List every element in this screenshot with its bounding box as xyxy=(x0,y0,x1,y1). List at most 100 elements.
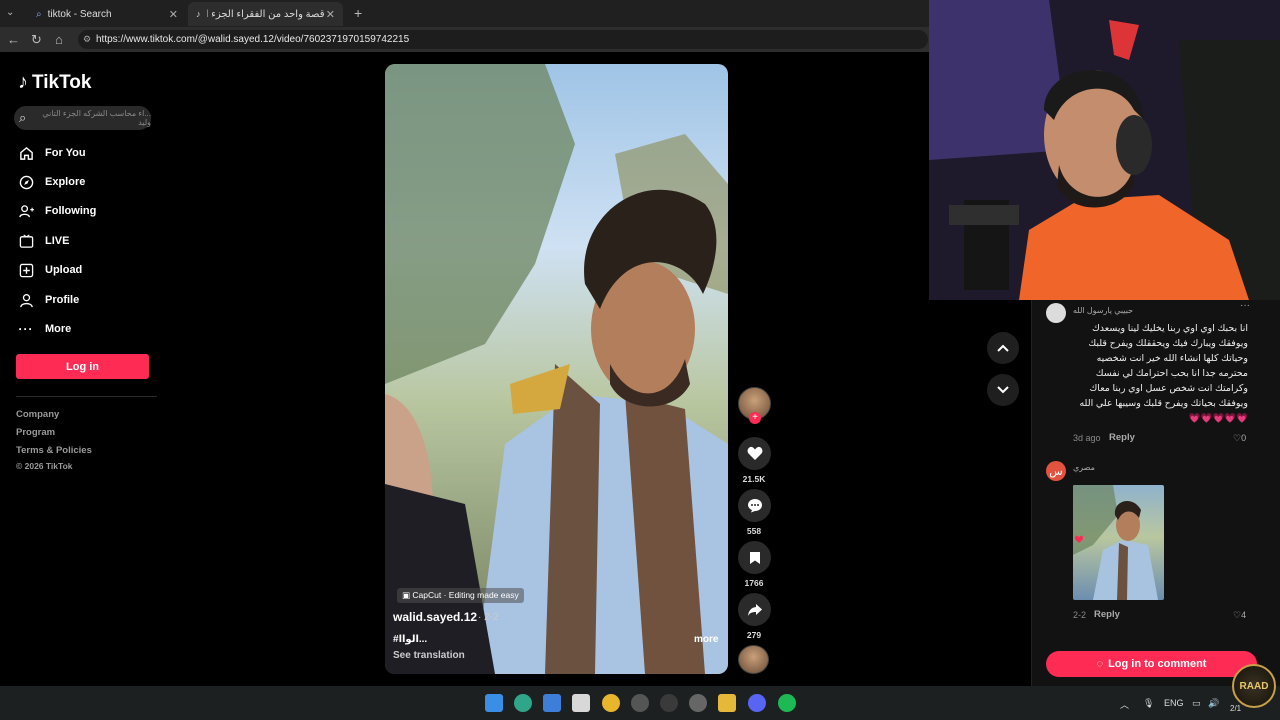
search-input[interactable]: ⌕ ...اء محاسب الشركه الجزء التاني وليد xyxy=(14,106,151,130)
site-info-icon: ⚙ xyxy=(83,34,92,44)
reload-icon[interactable]: ↻ xyxy=(31,32,42,48)
browser-tab-video[interactable]: ♪ قصة واحد من الفقراء الجزء التاني: رد ✕ xyxy=(188,2,343,26)
clock[interactable]: 2/1 xyxy=(1230,704,1241,713)
home-icon xyxy=(18,145,34,161)
logo-text: TikTok xyxy=(32,71,92,93)
chrome-icon[interactable] xyxy=(602,694,620,712)
wordpress-icon[interactable] xyxy=(689,694,707,712)
4k-app-icon[interactable] xyxy=(660,694,678,712)
comment-image[interactable] xyxy=(1073,485,1164,600)
chevron-up-icon xyxy=(997,344,1009,352)
share-icon xyxy=(747,603,762,616)
heart-outline-icon: ♡ xyxy=(1233,610,1242,620)
like-count: 21.5K xyxy=(742,474,766,484)
comment-like-button[interactable]: ♡0 xyxy=(1233,433,1246,444)
footer-link-company[interactable]: Company xyxy=(16,409,59,420)
save-button[interactable] xyxy=(738,541,771,574)
video-player[interactable] xyxy=(385,64,728,674)
comment-reply-button[interactable]: Reply xyxy=(1109,432,1135,443)
login-to-comment-button[interactable]: ◌ Log in to comment xyxy=(1046,651,1257,677)
comment-time: 3d ago xyxy=(1073,433,1101,443)
webcam-photo xyxy=(929,0,1280,300)
edge-icon[interactable] xyxy=(514,694,532,712)
comment-username[interactable]: حبيبي يارسول الله xyxy=(1073,306,1133,315)
streamer-webcam xyxy=(929,0,1280,300)
sidebar-divider xyxy=(16,396,157,397)
next-video-button[interactable] xyxy=(987,374,1019,406)
comment-like-count: 4 xyxy=(1241,610,1247,620)
store-icon[interactable] xyxy=(572,694,590,712)
nav-more[interactable]: ··· More xyxy=(18,319,72,339)
app-icon[interactable] xyxy=(631,694,649,712)
start-icon[interactable] xyxy=(485,694,503,712)
share-button[interactable] xyxy=(738,593,771,626)
nav-label: More xyxy=(45,323,72,335)
comment-button[interactable] xyxy=(738,489,771,522)
comment-like-count: 0 xyxy=(1241,433,1247,443)
new-tab-button[interactable]: + xyxy=(354,5,362,21)
close-tab-icon[interactable]: ✕ xyxy=(326,8,335,21)
comment-more-icon[interactable]: ··· xyxy=(1240,300,1250,311)
url-field[interactable]: ⚙ https://www.tiktok.com/@walid.sayed.12… xyxy=(78,30,928,49)
comment-reply-button[interactable]: Reply xyxy=(1094,609,1120,620)
upload-icon xyxy=(18,262,34,278)
login-to-comment-label: Log in to comment xyxy=(1108,658,1207,670)
save-count: 1766 xyxy=(744,578,764,588)
nav-live[interactable]: LIVE xyxy=(18,231,69,251)
like-button[interactable] xyxy=(738,437,771,470)
search-icon: ⌕ xyxy=(19,110,27,125)
footer-link-program[interactable]: Program xyxy=(16,427,55,438)
caption-more-button[interactable]: more xyxy=(694,634,718,645)
tiktok-note-icon: ♪ xyxy=(18,71,28,93)
comment-text: انا بحبك اوي اوي ربنا يخليك لينا ويسعدك … xyxy=(1079,323,1248,424)
discord-icon[interactable] xyxy=(748,694,766,712)
folder-icon[interactable] xyxy=(718,694,736,712)
close-tab-icon[interactable]: ✕ xyxy=(169,8,178,21)
speaker-icon[interactable]: 🔊 xyxy=(1208,698,1219,709)
mail-icon[interactable] xyxy=(543,694,561,712)
compass-icon xyxy=(18,174,34,190)
follow-plus-button[interactable]: + xyxy=(749,412,761,424)
raad-watermark-logo: RAAD xyxy=(1232,664,1276,708)
commenter-avatar[interactable] xyxy=(1046,303,1066,323)
more-icon: ··· xyxy=(18,322,34,336)
nav-upload[interactable]: Upload xyxy=(18,260,82,280)
nav-label: Profile xyxy=(45,294,80,306)
video-hashtag[interactable]: #الواا... xyxy=(393,634,427,645)
comment-username[interactable]: مصري xyxy=(1073,463,1095,472)
tiktok-logo[interactable]: ♪ TikTok xyxy=(18,71,91,94)
video-author[interactable]: walid.sayed.12 xyxy=(393,610,477,624)
comment-like-button[interactable]: ♡4 xyxy=(1233,610,1246,621)
comment-image-photo xyxy=(1073,485,1158,600)
chevron-down-icon xyxy=(997,386,1009,394)
commenter-avatar[interactable]: س xyxy=(1046,461,1066,481)
nav-label: For You xyxy=(45,147,86,159)
home-icon[interactable]: ⌂ xyxy=(55,32,63,47)
back-icon[interactable]: ← xyxy=(7,32,20,47)
capcut-text: CapCut · Editing made easy xyxy=(412,590,519,600)
tab-title: tiktok - Search xyxy=(47,8,112,20)
nav-following[interactable]: Following xyxy=(18,201,96,221)
spotify-icon[interactable] xyxy=(778,694,796,712)
tab-list-chevron-icon[interactable]: ⌄ xyxy=(6,7,14,18)
tiktok-favicon-icon: ♪ xyxy=(196,9,201,19)
nav-label: LIVE xyxy=(45,235,70,247)
browser-tab-search[interactable]: ⌕ tiktok - Search ✕ xyxy=(28,2,186,26)
video-date: · 2-2 xyxy=(478,612,499,623)
monitor-icon[interactable]: ▭ xyxy=(1192,698,1201,709)
nav-for-you[interactable]: For You xyxy=(18,143,86,163)
tray-chevron-icon[interactable]: ︿ xyxy=(1120,698,1129,711)
see-translation-link[interactable]: See translation xyxy=(393,650,465,661)
nav-explore[interactable]: Explore xyxy=(18,172,85,192)
capcut-label[interactable]: ▣ CapCut · Editing made easy xyxy=(397,588,524,603)
nav-label: Following xyxy=(45,205,97,217)
nav-profile[interactable]: Profile xyxy=(18,290,79,310)
bookmark-icon xyxy=(749,551,760,564)
microphone-icon[interactable]: 🎙 xyxy=(1143,698,1154,709)
heart-icon xyxy=(747,446,762,460)
music-disc-avatar[interactable] xyxy=(738,645,769,674)
footer-link-terms[interactable]: Terms & Policies xyxy=(16,445,92,456)
previous-video-button[interactable] xyxy=(987,332,1019,364)
login-button[interactable]: Log in xyxy=(16,354,149,379)
language-indicator[interactable]: ENG xyxy=(1164,698,1184,708)
